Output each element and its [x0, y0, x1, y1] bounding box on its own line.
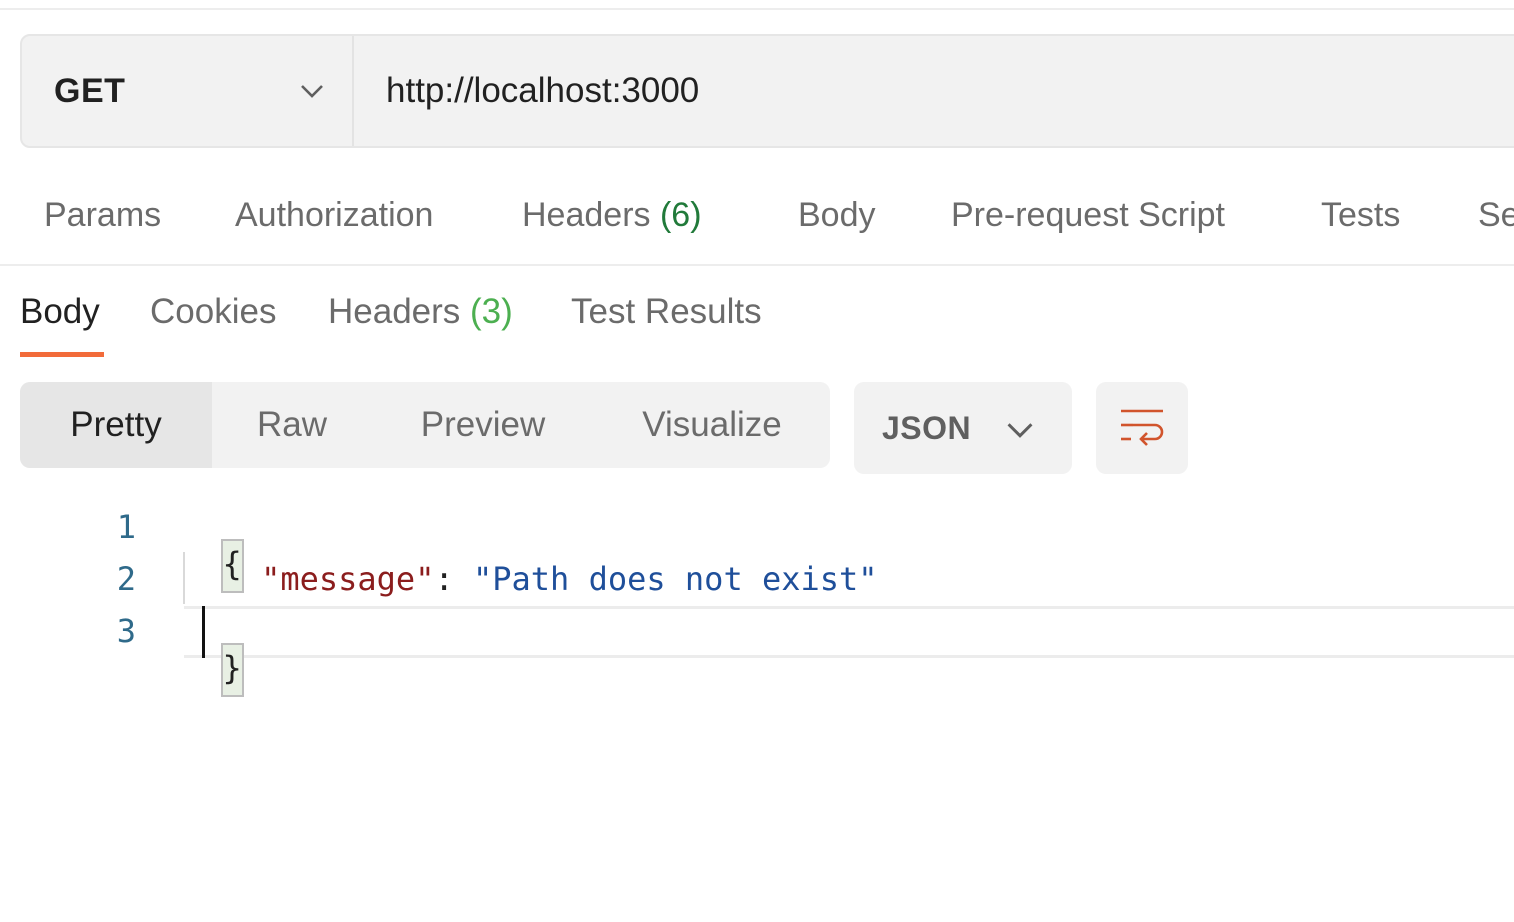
method-label: GET	[54, 71, 126, 110]
request-url-bar: GET	[20, 34, 1514, 148]
text-cursor	[202, 606, 205, 658]
json-colon: :	[434, 560, 473, 598]
tab-label: Body	[20, 292, 100, 331]
tab-authorization[interactable]: Authorization	[235, 196, 433, 235]
line-number: 3	[116, 612, 136, 650]
code-line-3[interactable]: }	[184, 607, 244, 697]
view-mode-raw[interactable]: Raw	[212, 382, 372, 468]
tab-label: Authorization	[235, 196, 434, 234]
tab-settings[interactable]: Se	[1478, 196, 1514, 235]
wrap-lines-button[interactable]	[1096, 382, 1188, 474]
response-headers-count-badge: (3)	[470, 292, 513, 331]
tab-label: Params	[44, 196, 162, 234]
json-string-value: "Path does not exist"	[472, 560, 878, 598]
request-tabs: Params Authorization Headers (6) Body Pr…	[0, 180, 1514, 266]
chevron-down-icon	[301, 85, 323, 98]
active-tab-indicator	[20, 352, 104, 357]
code-line-2[interactable]: "message": "Path does not exist"	[184, 560, 878, 598]
view-mode-selector: Pretty Raw Preview Visualize	[20, 382, 830, 468]
view-mode-pretty[interactable]: Pretty	[20, 382, 212, 468]
tab-label: Test Results	[571, 292, 762, 331]
view-mode-preview[interactable]: Preview	[372, 382, 594, 468]
view-mode-visualize[interactable]: Visualize	[594, 382, 830, 468]
wrap-lines-icon	[1121, 409, 1164, 446]
line-number: 2	[116, 560, 136, 598]
tab-label: Pre-request Script	[951, 196, 1225, 234]
tab-tests[interactable]: Tests	[1321, 196, 1400, 235]
response-tab-body[interactable]: Body	[20, 292, 100, 332]
tab-label: Headers	[328, 292, 461, 331]
chevron-down-icon	[1007, 423, 1033, 438]
tab-params[interactable]: Params	[44, 196, 161, 235]
tab-label: Se	[1478, 196, 1514, 234]
close-brace: }	[220, 643, 244, 697]
tab-label: Cookies	[150, 292, 277, 331]
tab-label: Headers	[522, 196, 651, 234]
tab-pre-request-script[interactable]: Pre-request Script	[951, 196, 1225, 235]
format-dropdown[interactable]: JSON	[854, 382, 1072, 474]
tab-body[interactable]: Body	[798, 196, 876, 235]
tab-headers[interactable]: Headers (6)	[522, 196, 702, 235]
tab-label: Body	[798, 196, 876, 234]
response-tab-cookies[interactable]: Cookies	[150, 292, 276, 332]
top-divider	[0, 8, 1514, 10]
headers-count-badge: (6)	[659, 196, 702, 234]
tab-label: Tests	[1321, 196, 1401, 234]
method-dropdown[interactable]: GET	[22, 36, 354, 146]
json-key: "message"	[261, 560, 435, 598]
response-tab-test-results[interactable]: Test Results	[571, 292, 762, 332]
response-tab-headers[interactable]: Headers (3)	[328, 292, 513, 332]
url-input[interactable]	[354, 36, 1514, 146]
current-line-highlight	[184, 606, 1514, 658]
line-number: 1	[116, 508, 136, 546]
format-label: JSON	[882, 409, 972, 446]
